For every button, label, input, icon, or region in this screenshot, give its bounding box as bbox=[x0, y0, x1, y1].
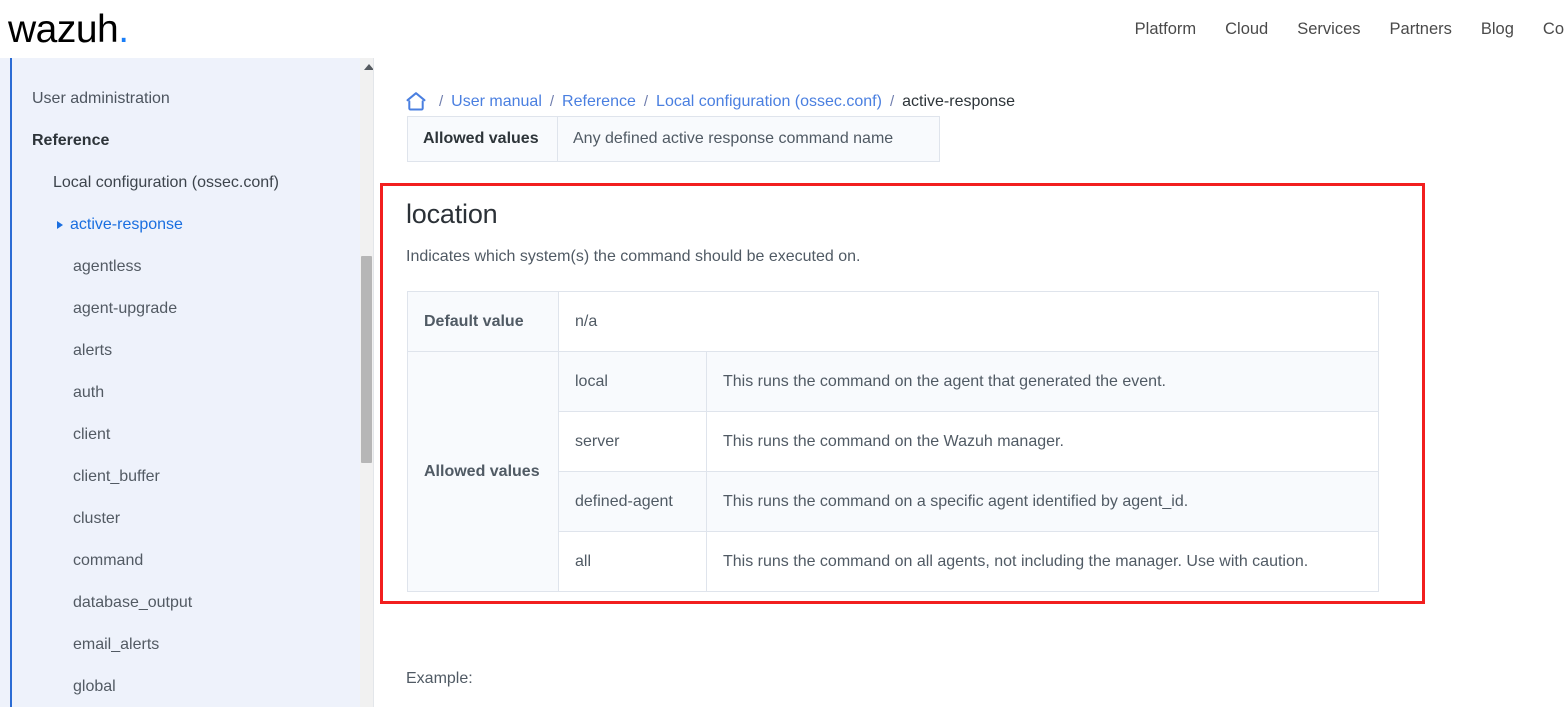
main-content: / User manual / Reference / Local config… bbox=[374, 58, 1568, 707]
location-parameter-table: Default value n/a Allowed values local T… bbox=[407, 291, 1379, 592]
nav-item-cloud[interactable]: Cloud bbox=[1225, 21, 1268, 38]
sidebar-item-alerts[interactable]: alerts bbox=[73, 343, 112, 359]
sidebar-item-local-configuration[interactable]: Local configuration (ossec.conf) bbox=[53, 175, 279, 191]
sidebar-item-email-alerts[interactable]: email_alerts bbox=[73, 637, 159, 653]
docs-sidebar: User administration Reference Local conf… bbox=[0, 58, 373, 707]
nav-item-community[interactable]: Co bbox=[1543, 21, 1564, 38]
section-description: Indicates which system(s) the command sh… bbox=[406, 248, 861, 265]
home-icon[interactable] bbox=[405, 91, 427, 112]
default-value-label: Default value bbox=[407, 291, 559, 352]
sidebar-item-active-response-label: active-response bbox=[70, 216, 183, 233]
sidebar-item-client-buffer[interactable]: client_buffer bbox=[73, 469, 160, 485]
wazuh-logo[interactable]: wazuh. bbox=[8, 10, 129, 49]
sidebar-item-agentless[interactable]: agentless bbox=[73, 259, 142, 275]
allowed-values-key-cell: Allowed values bbox=[407, 116, 558, 162]
allowed-values-label: Allowed values bbox=[407, 351, 559, 592]
sidebar-item-active-response[interactable]: active-response bbox=[57, 217, 183, 233]
logo-text: wazuh bbox=[8, 7, 119, 51]
chevron-right-icon bbox=[57, 221, 63, 229]
allowed-value-name-local: local bbox=[558, 351, 707, 412]
table-row-default-value: Default value n/a bbox=[407, 291, 1379, 352]
allowed-value-desc-server: This runs the command on the Wazuh manag… bbox=[706, 411, 1379, 472]
page-body: User administration Reference Local conf… bbox=[0, 58, 1568, 707]
breadcrumb-link-reference[interactable]: Reference bbox=[562, 93, 636, 111]
sidebar-item-user-administration[interactable]: User administration bbox=[32, 91, 170, 107]
sidebar-item-cluster[interactable]: cluster bbox=[73, 511, 120, 527]
scroll-up-arrow-icon[interactable] bbox=[363, 64, 373, 70]
allowed-value-name-all: all bbox=[558, 531, 707, 592]
breadcrumb-link-user-manual[interactable]: User manual bbox=[451, 93, 542, 111]
breadcrumb-separator-1: / bbox=[439, 93, 444, 110]
breadcrumb-link-local-configuration[interactable]: Local configuration (ossec.conf) bbox=[656, 93, 882, 111]
allowed-value-desc-defined-agent: This runs the command on a specific agen… bbox=[706, 471, 1379, 532]
nav-item-blog[interactable]: Blog bbox=[1481, 21, 1514, 38]
allowed-value-desc-local: This runs the command on the agent that … bbox=[706, 351, 1379, 412]
allowed-values-partial-table: Allowed values Any defined active respon… bbox=[407, 116, 940, 162]
logo-dot: . bbox=[118, 7, 129, 51]
breadcrumb-current-active-response: active-response bbox=[902, 92, 1016, 110]
primary-navigation: Platform Cloud Services Partners Blog Co bbox=[1135, 21, 1568, 38]
sidebar-item-agent-upgrade[interactable]: agent-upgrade bbox=[73, 301, 177, 317]
allowed-value-name-defined-agent: defined-agent bbox=[558, 471, 707, 532]
breadcrumb-separator-4: / bbox=[889, 93, 895, 110]
sidebar-item-command[interactable]: command bbox=[73, 553, 143, 569]
sidebar-accent-rule bbox=[10, 58, 12, 707]
sidebar-item-auth[interactable]: auth bbox=[73, 385, 104, 401]
sidebar-item-reference[interactable]: Reference bbox=[32, 133, 109, 149]
sidebar-item-global[interactable]: global bbox=[73, 679, 116, 695]
allowed-value-name-server: server bbox=[558, 411, 707, 472]
nav-item-services[interactable]: Services bbox=[1297, 21, 1360, 38]
breadcrumb-separator-3: / bbox=[643, 93, 649, 110]
allowed-values-value-cell: Any defined active response command name bbox=[557, 116, 940, 162]
table-row-allowed-local: Allowed values local This runs the comma… bbox=[407, 351, 1379, 592]
allowed-value-desc-all: This runs the command on all agents, not… bbox=[706, 531, 1379, 592]
sidebar-item-client[interactable]: client bbox=[73, 427, 110, 443]
nav-item-partners[interactable]: Partners bbox=[1390, 21, 1452, 38]
sidebar-item-database-output[interactable]: database_output bbox=[73, 595, 192, 611]
breadcrumb: / User manual / Reference / Local config… bbox=[405, 91, 1015, 112]
default-value-cell: n/a bbox=[558, 291, 1379, 352]
page-title: location bbox=[406, 199, 498, 229]
nav-item-platform[interactable]: Platform bbox=[1135, 21, 1196, 38]
site-header: wazuh. Platform Cloud Services Partners … bbox=[0, 0, 1568, 58]
example-label: Example: bbox=[406, 670, 473, 687]
breadcrumb-separator-2: / bbox=[549, 93, 555, 110]
table-row: Allowed values Any defined active respon… bbox=[407, 116, 940, 162]
sidebar-scrollbar-thumb[interactable] bbox=[361, 256, 372, 463]
